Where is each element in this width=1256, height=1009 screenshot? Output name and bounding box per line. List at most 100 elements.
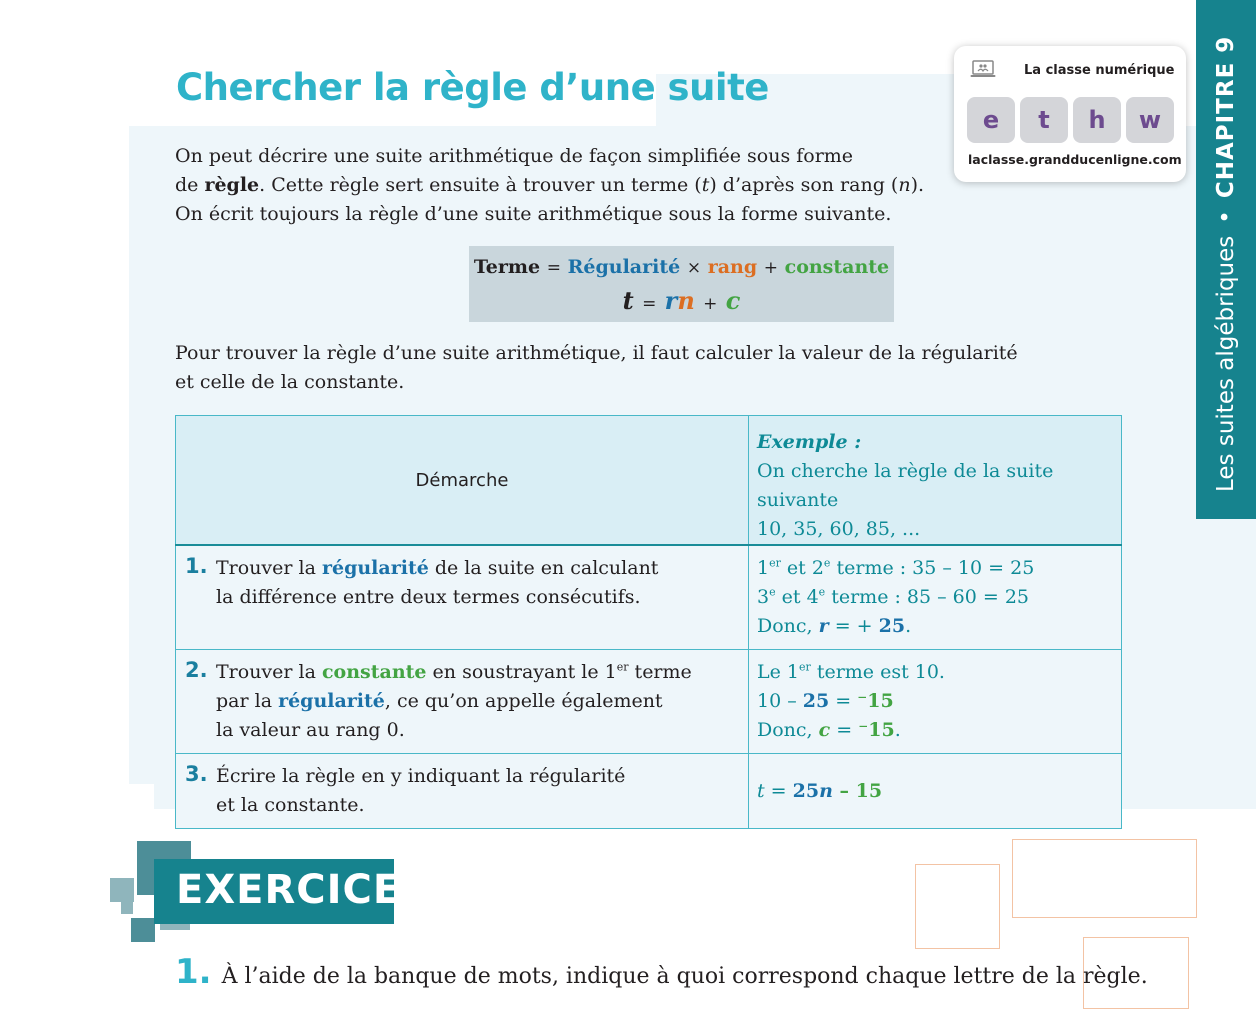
step-number: 2. xyxy=(185,658,208,682)
formula-times: × xyxy=(686,258,702,278)
side-dot: • xyxy=(1213,210,1239,224)
intro-paragraph: On peut décrire une suite arithmétique d… xyxy=(175,142,924,229)
example-text: et 4 xyxy=(775,586,819,608)
example-text: 3 xyxy=(757,586,770,608)
example-text: = xyxy=(829,690,858,712)
table-row: 2. Trouver la constante en soustrayant l… xyxy=(175,649,1122,754)
intro-line-1: On peut décrire une suite arithmétique d… xyxy=(175,145,854,167)
formula-terme: Terme xyxy=(473,256,541,278)
example-cell: t = 25n – 15 xyxy=(748,753,1122,829)
method-table: Démarche Exemple : On cherche la règle d… xyxy=(175,415,1122,829)
table-row: 3. Écrire la règle en y indiquant la rég… xyxy=(175,753,1122,829)
formula-r: r xyxy=(664,286,678,315)
side-chapter: CHAPITRE 9 xyxy=(1213,35,1239,199)
resource-letter-h[interactable]: h xyxy=(1073,97,1121,143)
exemple-title: Exemple : xyxy=(757,431,862,453)
exemple-line-1: On cherche la règle de la suite suivante xyxy=(757,460,1054,511)
example-text: = xyxy=(764,779,793,802)
example-constant: – 15 xyxy=(832,779,883,802)
example-text: = + xyxy=(828,615,879,637)
example-line: Le 1er terme est 10. xyxy=(757,658,1113,687)
example-value: 25 xyxy=(802,690,830,712)
example-rule: t = 25n – 15 xyxy=(757,777,1113,806)
intro-line-3: On écrit toujours la règle d’une suite a… xyxy=(175,203,892,225)
step-sup: er xyxy=(616,660,629,674)
example-value: 25 xyxy=(792,779,820,802)
example-line: 1er et 2e terme : 35 – 10 = 25 xyxy=(757,554,1113,583)
step-number: 1. xyxy=(185,554,208,578)
decor-square xyxy=(160,924,190,930)
example-text: . xyxy=(894,719,901,741)
step-text: Trouver la xyxy=(216,661,322,683)
intro-text: de xyxy=(175,174,205,196)
step-text: en soustrayant le 1 xyxy=(426,661,617,683)
example-text: 1 xyxy=(757,557,770,579)
resource-letter-w[interactable]: w xyxy=(1126,97,1174,143)
example-text: Le 1 xyxy=(757,661,799,683)
example-sup: er xyxy=(769,556,781,570)
classe-numerique-url[interactable]: laclasse.grandducenligne.com xyxy=(968,152,1182,167)
intro-keyword-regle: règle xyxy=(204,174,260,196)
example-sup: er xyxy=(799,660,811,674)
intro-text: ). xyxy=(910,174,925,196)
chapter-side-label: Les suites algébriques • CHAPITRE 9 xyxy=(1213,36,1239,492)
step-text: Trouver la xyxy=(216,557,322,579)
step-cell: 2. Trouver la constante en soustrayant l… xyxy=(175,649,749,754)
step-cell: 3. Écrire la règle en y indiquant la rég… xyxy=(175,753,749,829)
method-line-1: Pour trouver la règle d’une suite arithm… xyxy=(175,342,1018,364)
decor-square xyxy=(110,878,134,902)
formula-rang: rang xyxy=(707,256,758,278)
intro-text: ) d’après son rang ( xyxy=(709,174,899,196)
page-title: Chercher la règle d’une suite xyxy=(176,66,769,109)
formula-c: c xyxy=(725,286,741,315)
intro-text: . Cette règle sert ensuite à trouver un … xyxy=(259,174,702,196)
header-exemple: Exemple : On cherche la règle de la suit… xyxy=(748,415,1122,546)
step-keyword-constante: constante xyxy=(321,661,427,683)
step-text-line: la valeur au rang 0. xyxy=(216,719,405,741)
example-line: 10 – 25 = ⁻15 xyxy=(757,687,1113,716)
header-demarche: Démarche xyxy=(175,415,749,546)
exercices-banner: EXERCICES xyxy=(154,859,430,924)
example-var-r: r xyxy=(818,615,829,637)
step-text-line: la différence entre deux termes consécut… xyxy=(216,586,641,608)
example-cell: 1er et 2e terme : 35 – 10 = 25 3e et 4e … xyxy=(748,544,1122,650)
example-text: 10 – xyxy=(757,690,803,712)
exercise-text: À l’aide de la banque de mots, indique à… xyxy=(221,964,1148,989)
example-text: Donc, xyxy=(757,615,819,637)
formula-plus: + xyxy=(763,258,778,278)
step-keyword-regularite: régularité xyxy=(321,557,429,579)
example-text: terme : 85 – 60 = 25 xyxy=(825,586,1030,608)
classe-numerique-label: La classe numérique xyxy=(1024,63,1175,78)
step-text-line: et la constante. xyxy=(216,794,365,816)
formula-symbols: t = rn + c xyxy=(469,286,894,315)
example-result: ⁻15 xyxy=(857,690,894,712)
exercise-1: 1. À l’aide de la banque de mots, indique… xyxy=(175,952,1148,992)
decor-square xyxy=(121,902,133,914)
example-text: . xyxy=(905,615,912,637)
example-line: Donc, c = ⁻15. xyxy=(757,716,1113,745)
decor-square xyxy=(131,918,155,942)
resource-letter-e[interactable]: e xyxy=(967,97,1015,143)
example-var-t: t xyxy=(757,779,765,802)
classe-numerique-box[interactable]: La classe numérique e t h w laclasse.gra… xyxy=(954,46,1186,182)
laptop-icon xyxy=(970,60,996,77)
formula-plus-symbol: + xyxy=(703,294,718,314)
example-line: 3e et 4e terme : 85 – 60 = 25 xyxy=(757,583,1113,612)
step-text: de la suite en calculant xyxy=(428,557,659,579)
resource-letter-t[interactable]: t xyxy=(1020,97,1068,143)
example-text: Donc, xyxy=(757,719,819,741)
exercise-number: 1. xyxy=(175,952,212,992)
formula-equals-symbol: = xyxy=(642,294,657,314)
step-text: par la xyxy=(216,690,279,712)
step-text-line: Écrire la règle en y indiquant la régula… xyxy=(216,765,626,787)
example-cell: Le 1er terme est 10. 10 – 25 = ⁻15 Donc,… xyxy=(748,649,1122,754)
method-paragraph: Pour trouver la règle d’une suite arithm… xyxy=(175,339,1018,397)
formula-box: Terme = Régularité × rang + constante t … xyxy=(469,246,894,322)
formula-equals: = xyxy=(546,258,561,278)
step-text: terme xyxy=(628,661,692,683)
decor-orange-box xyxy=(1012,839,1197,918)
method-line-2: et celle de la constante. xyxy=(175,371,405,393)
formula-n: n xyxy=(677,286,695,315)
example-value: ⁻15 xyxy=(858,719,895,741)
formula-words: Terme = Régularité × rang + constante xyxy=(469,256,894,278)
